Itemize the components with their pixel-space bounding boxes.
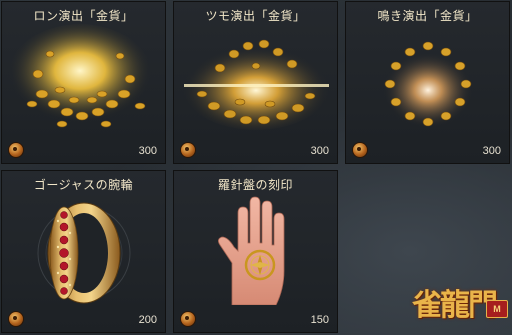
- coin-icon: [180, 311, 196, 327]
- shop-item-ron-gold[interactable]: ロン演出「金貨」 300: [1, 1, 166, 164]
- coin-icon: [352, 142, 368, 158]
- item-price: 200: [138, 314, 157, 326]
- item-title: 鳴き演出「金貨」: [377, 9, 478, 23]
- gold-coin-burst-icon: [8, 24, 152, 128]
- coin-icon: [8, 142, 24, 158]
- game-logo: 雀龍門 M: [412, 278, 508, 332]
- item-price: 300: [482, 145, 501, 157]
- item-title: ロン演出「金貨」: [33, 9, 134, 23]
- coin-icon: [8, 311, 24, 327]
- gold-coin-explosion-icon: [182, 39, 330, 130]
- compass-hand-tattoo-icon: [218, 196, 285, 305]
- shop-item-compass-engraving[interactable]: 羅針盤の刻印 150: [173, 170, 338, 333]
- item-title: ツモ演出「金貨」: [205, 9, 306, 23]
- jeweled-bracelet-icon: [37, 202, 131, 304]
- logo-badge: M: [486, 300, 508, 318]
- item-price: 300: [310, 145, 329, 157]
- coin-icon: [180, 142, 196, 158]
- shop-item-tsumo-gold[interactable]: ツモ演出「金貨」 300: [173, 1, 338, 164]
- item-price: 300: [138, 145, 157, 157]
- gold-coin-ring-icon: [378, 41, 478, 128]
- item-price: 150: [310, 314, 329, 326]
- logo-text: 雀龍門: [412, 288, 498, 323]
- shop-item-naki-gold[interactable]: 鳴き演出「金貨」 300: [345, 1, 510, 164]
- shop-item-gorgeous-bracelet[interactable]: ゴージャスの腕輪 200: [1, 170, 166, 333]
- item-title: ゴージャスの腕輪: [33, 178, 134, 192]
- item-title: 羅針盤の刻印: [217, 178, 293, 192]
